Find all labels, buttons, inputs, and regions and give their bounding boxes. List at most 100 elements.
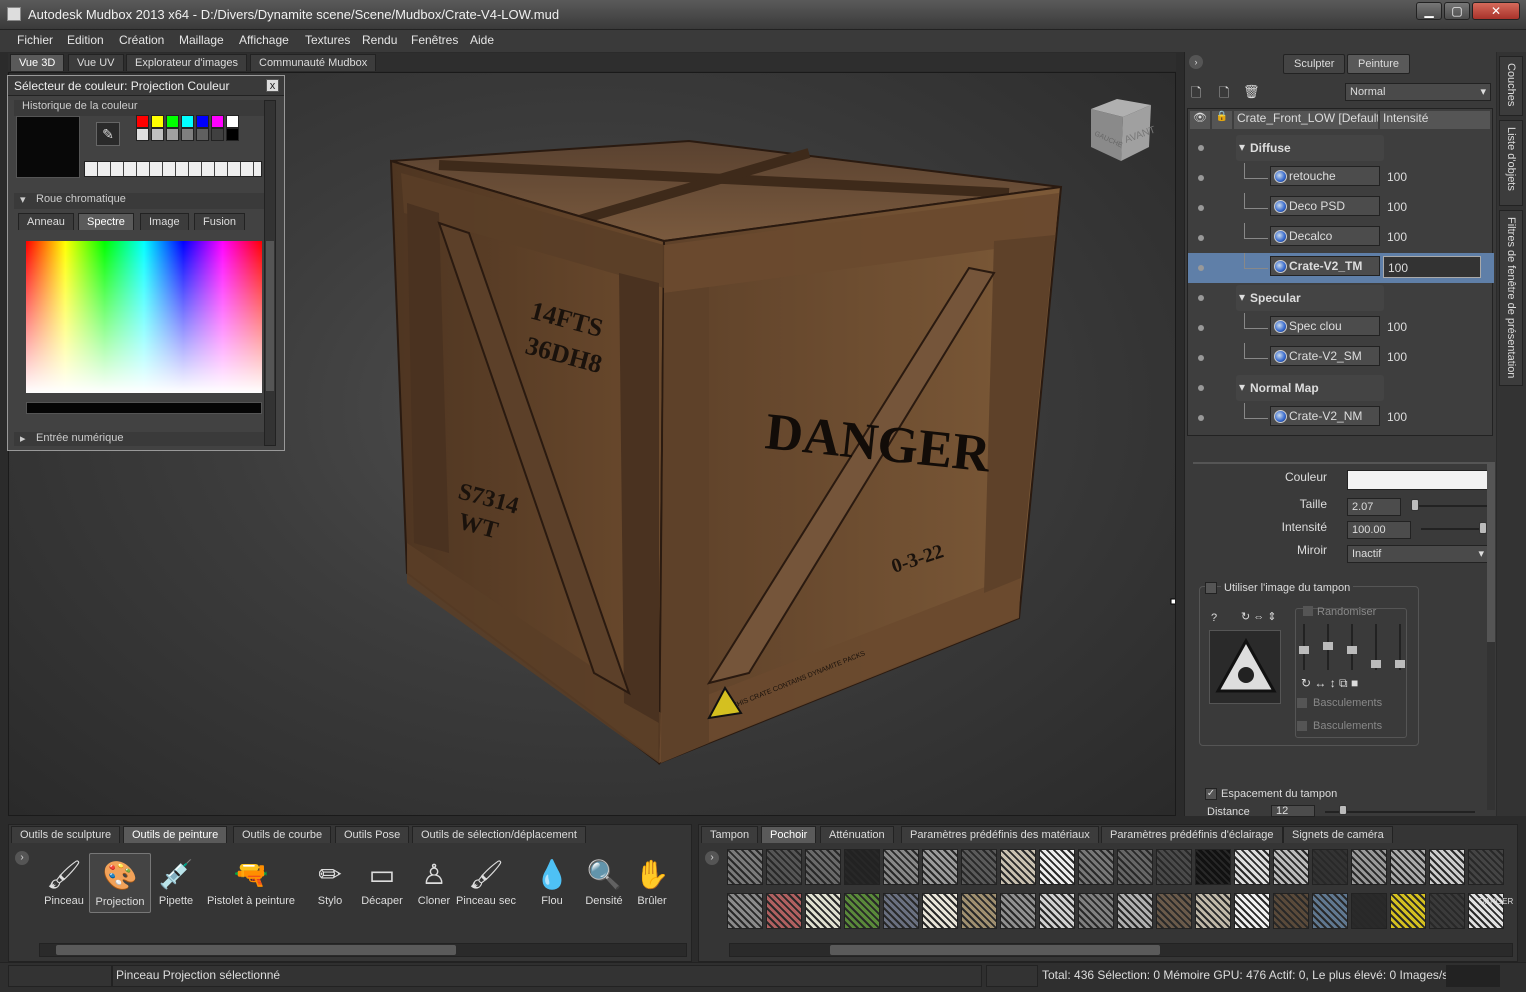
stencil-thumbnail[interactable]: [1351, 893, 1387, 929]
stencil-thumbnail[interactable]: [1000, 849, 1036, 885]
minimize-button[interactable]: ▁: [1416, 2, 1442, 20]
layer-row[interactable]: Deco PSD 100: [1188, 193, 1494, 223]
empty-swatches[interactable]: [84, 161, 262, 177]
view-cube[interactable]: GAUCHE AVANT: [1087, 95, 1157, 165]
tray-expand-icon[interactable]: ›: [15, 851, 29, 865]
layer-intensity[interactable]: 100: [1387, 410, 1407, 424]
tab-fusion[interactable]: Fusion: [194, 213, 246, 230]
layer-intensity[interactable]: 100: [1387, 170, 1407, 184]
history-swatch[interactable]: [136, 115, 149, 128]
layer-group[interactable]: Specular: [1188, 283, 1494, 313]
history-swatch[interactable]: [196, 115, 209, 128]
sidetab-filtres[interactable]: Filtres de fenêtre de présentation: [1499, 210, 1523, 386]
menu-edition[interactable]: Edition: [67, 33, 104, 47]
stencil-thumbnail[interactable]: [1039, 893, 1075, 929]
menu-fenetres[interactable]: Fenêtres: [411, 33, 458, 47]
history-swatch[interactable]: [166, 115, 179, 128]
tab-spectre[interactable]: Spectre: [78, 213, 134, 230]
tab-explorateur[interactable]: Explorateur d'images: [126, 54, 247, 71]
stencil-thumbnail[interactable]: [727, 893, 763, 929]
color-field[interactable]: [1347, 470, 1489, 490]
history-swatch[interactable]: [226, 128, 239, 141]
stencil-thumbnail[interactable]: [805, 849, 841, 885]
history-swatch[interactable]: [196, 128, 209, 141]
eyedropper-icon[interactable]: ✎: [96, 122, 120, 146]
spacing-checkbox[interactable]: ✓: [1205, 788, 1217, 800]
history-swatch[interactable]: [226, 115, 239, 128]
layer-intensity[interactable]: 100: [1387, 320, 1407, 334]
history-swatch[interactable]: [151, 128, 164, 141]
history-swatch[interactable]: [211, 128, 224, 141]
stencil-thumbnail[interactable]: [1312, 893, 1348, 929]
tab-sculpter[interactable]: Sculpter: [1283, 54, 1346, 74]
stencil-thumbnail[interactable]: [1351, 849, 1387, 885]
distance-slider[interactable]: [1325, 811, 1475, 813]
stamp-transform-icons[interactable]: ↻ ⇔ ⇕: [1241, 610, 1277, 623]
stencil-thumbnail[interactable]: [922, 849, 958, 885]
tab-vue-uv[interactable]: Vue UV: [68, 54, 124, 71]
visibility-dot[interactable]: [1198, 145, 1204, 151]
stencil-thumbnail[interactable]: [1078, 893, 1114, 929]
menu-fichier[interactable]: Fichier: [17, 33, 53, 47]
basculements2-checkbox[interactable]: [1297, 721, 1307, 731]
import-layer-icon[interactable]: 🗋: [1219, 84, 1229, 106]
picker-scrollbar[interactable]: [264, 100, 276, 446]
stencil-thumbnail[interactable]: [766, 849, 802, 885]
layer-intensity[interactable]: 100: [1387, 230, 1407, 244]
tab-curve-tools[interactable]: Outils de courbe: [233, 826, 332, 843]
tab-signets[interactable]: Signets de caméra: [1283, 826, 1393, 843]
tool-dry-brush[interactable]: 🖌 Pinceau sec: [455, 853, 517, 913]
menu-creation[interactable]: Création: [119, 33, 164, 47]
tool-burn[interactable]: ✋ Brûler: [621, 853, 683, 913]
layer-group[interactable]: Normal Map: [1188, 373, 1494, 403]
stencil-thumbnail[interactable]: [1156, 849, 1192, 885]
tab-anneau[interactable]: Anneau: [18, 213, 74, 230]
history-swatch[interactable]: [181, 115, 194, 128]
visibility-dot[interactable]: [1198, 205, 1204, 211]
stencil-thumbnail[interactable]: [1429, 849, 1465, 885]
stencil-thumbnail[interactable]: [1117, 893, 1153, 929]
stencil-thumbnail[interactable]: [844, 849, 880, 885]
tab-pochoir[interactable]: Pochoir: [761, 826, 817, 843]
stencil-thumbnail[interactable]: [1039, 849, 1075, 885]
distance-input[interactable]: 12: [1271, 805, 1315, 817]
blend-mode-dropdown[interactable]: Normal: [1345, 83, 1491, 101]
tab-attenuation[interactable]: Atténuation: [820, 826, 894, 843]
stencil-thumbnail[interactable]: [1156, 893, 1192, 929]
history-swatch[interactable]: [166, 128, 179, 141]
visibility-dot[interactable]: [1198, 235, 1204, 241]
visibility-dot[interactable]: [1198, 295, 1204, 301]
stencil-thumbnail[interactable]: [883, 849, 919, 885]
mirror-dropdown[interactable]: Inactif: [1347, 545, 1489, 563]
stencil-thumbnail[interactable]: [1195, 849, 1231, 885]
tab-communaute[interactable]: Communauté Mudbox: [250, 54, 377, 71]
layer-row[interactable]: retouche 100: [1188, 163, 1494, 193]
stencil-thumbnail[interactable]: [1234, 893, 1270, 929]
stamp-use-checkbox[interactable]: [1205, 582, 1217, 594]
new-layer-icon[interactable]: 🗋: [1191, 84, 1201, 106]
size-input[interactable]: 2.07: [1347, 498, 1401, 516]
stencil-thumbnail[interactable]: [1195, 893, 1231, 929]
stencil-thumbnail[interactable]: [1429, 893, 1465, 929]
menu-affichage[interactable]: Affichage: [239, 33, 289, 47]
stencil-thumbnail[interactable]: [1312, 849, 1348, 885]
random-sliders[interactable]: [1299, 624, 1405, 670]
history-swatch[interactable]: [211, 115, 224, 128]
layer-group[interactable]: Diffuse: [1188, 133, 1494, 163]
layer-row[interactable]: Crate-V2_NM 100: [1188, 403, 1494, 433]
visibility-dot[interactable]: [1198, 325, 1204, 331]
tool-airbrush[interactable]: 🔫 Pistolet à peinture: [203, 853, 299, 913]
stencil-thumbnail[interactable]: [1000, 893, 1036, 929]
stencil-thumbnail[interactable]: [1273, 893, 1309, 929]
picker-header[interactable]: Sélecteur de couleur: Projection Couleur…: [8, 76, 284, 96]
history-swatch[interactable]: [181, 128, 194, 141]
maximize-button[interactable]: ▢: [1444, 2, 1470, 20]
sidetab-liste-objets[interactable]: Liste d'objets: [1499, 120, 1523, 206]
tab-image[interactable]: Image: [140, 213, 189, 230]
layer-row[interactable]: Spec clou 100: [1188, 313, 1494, 343]
tab-tampon[interactable]: Tampon: [701, 826, 759, 843]
stencil-thumbnail[interactable]: [1234, 849, 1270, 885]
stencil-thumbnail[interactable]: [1390, 893, 1426, 929]
close-button[interactable]: ✕: [1472, 2, 1520, 20]
spectrum-field[interactable]: [26, 241, 262, 393]
